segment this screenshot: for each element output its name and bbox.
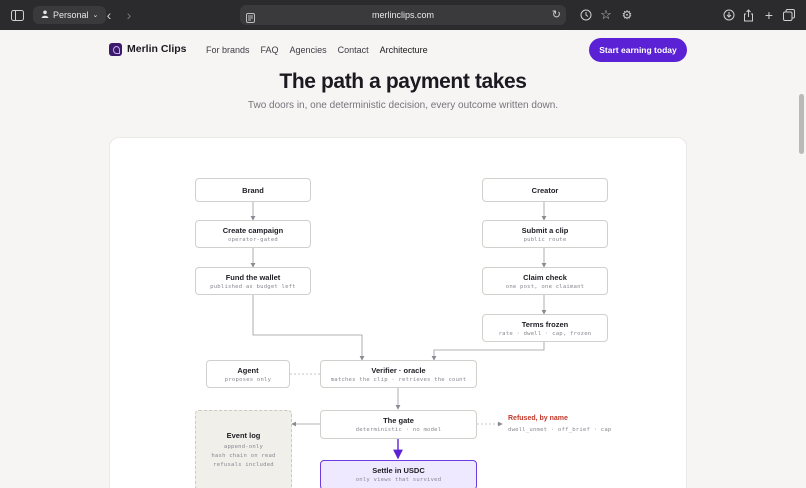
node-brand-title: Brand bbox=[242, 186, 264, 195]
node-refused-title: Refused, by name bbox=[508, 415, 568, 422]
nav-link-faq[interactable]: FAQ bbox=[261, 45, 279, 55]
address-bar[interactable]: merlinclips.com ↻ bbox=[240, 5, 566, 25]
node-claim-check-title: Claim check bbox=[523, 273, 567, 282]
node-create-campaign-title: Create campaign bbox=[222, 226, 284, 235]
node-fund-wallet: Fund the wallet published as budget left bbox=[195, 267, 311, 295]
node-fund-wallet-title: Fund the wallet bbox=[225, 273, 281, 282]
node-settle-sub: only views that survived bbox=[355, 477, 442, 483]
nav-link-for-brands[interactable]: For brands bbox=[206, 45, 250, 55]
sidebar-toggle-icon[interactable] bbox=[9, 7, 25, 23]
node-refused-sub: dwell_unmet · off_brief · cap bbox=[508, 427, 612, 433]
start-earning-button[interactable]: Start earning today bbox=[589, 38, 687, 62]
node-event-log-lines: append-only hash chain on read refusals … bbox=[196, 443, 291, 470]
reload-icon[interactable]: ↻ bbox=[552, 8, 561, 21]
brand-name[interactable]: Merlin Clips bbox=[127, 43, 187, 55]
site-nav: Merlin Clips For brands FAQ Agencies Con… bbox=[109, 38, 687, 62]
history-icon[interactable] bbox=[578, 7, 594, 23]
nav-link-agencies[interactable]: Agencies bbox=[290, 45, 327, 55]
node-verifier-sub: matches the clip · retrieves the count bbox=[330, 377, 467, 383]
node-agent: Agent proposes only bbox=[206, 360, 290, 388]
node-creator: Creator bbox=[482, 178, 608, 202]
gear-icon[interactable]: ⚙ bbox=[619, 7, 635, 23]
tab-overview-icon[interactable] bbox=[781, 7, 797, 23]
person-icon bbox=[41, 10, 49, 20]
nav-link-architecture[interactable]: Architecture bbox=[380, 45, 428, 55]
node-verifier-title: Verifier · oracle bbox=[371, 366, 426, 375]
page-title: The path a payment takes bbox=[279, 70, 527, 93]
browser-toolbar: Personal ⌄ ‹ › merlinclips.com ↻ ☆ ⚙ + bbox=[0, 0, 806, 30]
new-tab-icon[interactable]: + bbox=[761, 7, 777, 23]
node-claim-check-sub: one post, one claimant bbox=[505, 284, 585, 290]
node-submit-clip-sub: public route bbox=[523, 237, 567, 243]
node-terms-frozen-sub: rate · dwell · cap, frozen bbox=[498, 331, 592, 337]
profile-label: Personal bbox=[53, 10, 89, 20]
node-verifier: Verifier · oracle matches the clip · ret… bbox=[320, 360, 477, 388]
node-create-campaign: Create campaign operator-gated bbox=[195, 220, 311, 248]
node-settle: Settle in USDC only views that survived bbox=[320, 460, 477, 488]
node-submit-clip-title: Submit a clip bbox=[521, 226, 569, 235]
nav-links: For brands FAQ Agencies Contact Architec… bbox=[206, 45, 428, 55]
forward-icon[interactable]: › bbox=[121, 7, 137, 23]
node-fund-wallet-sub: published as budget left bbox=[210, 284, 296, 290]
node-gate: The gate deterministic · no model bbox=[320, 410, 477, 439]
node-agent-sub: proposes only bbox=[224, 377, 272, 383]
profile-switcher[interactable]: Personal ⌄ bbox=[33, 6, 107, 24]
node-terms-frozen: Terms frozen rate · dwell · cap, frozen bbox=[482, 314, 608, 342]
arrow-wallet-to-verifier bbox=[252, 295, 365, 361]
node-create-campaign-sub: operator-gated bbox=[228, 237, 278, 243]
chevron-down-icon: ⌄ bbox=[92, 12, 99, 19]
diagram-card: Brand Create campaign operator-gated Fun… bbox=[109, 137, 687, 488]
event-log-line: refusals included bbox=[213, 462, 274, 468]
event-log-line: append-only bbox=[223, 444, 264, 450]
node-creator-title: Creator bbox=[531, 186, 559, 195]
node-submit-clip: Submit a clip public route bbox=[482, 220, 608, 248]
page-subtitle: Two doors in, one deterministic decision… bbox=[247, 100, 559, 111]
node-gate-sub: deterministic · no model bbox=[355, 427, 442, 433]
nav-link-contact[interactable]: Contact bbox=[338, 45, 369, 55]
node-claim-check: Claim check one post, one claimant bbox=[482, 267, 608, 295]
share-icon[interactable] bbox=[740, 7, 756, 23]
node-settle-title: Settle in USDC bbox=[372, 466, 425, 475]
download-icon[interactable] bbox=[721, 7, 737, 23]
node-agent-title: Agent bbox=[237, 366, 259, 375]
page: Merlin Clips For brands FAQ Agencies Con… bbox=[0, 30, 806, 488]
bookmark-star-icon[interactable]: ☆ bbox=[598, 7, 614, 23]
url-text: merlinclips.com bbox=[371, 10, 434, 20]
node-event-log: Event log append-only hash chain on read… bbox=[195, 410, 292, 488]
arrow-terms-to-verifier bbox=[431, 342, 545, 361]
back-icon[interactable]: ‹ bbox=[101, 7, 117, 23]
node-brand: Brand bbox=[195, 178, 311, 202]
node-refused: Refused, by name dwell_unmet · off_brief… bbox=[508, 415, 611, 433]
node-terms-frozen-title: Terms frozen bbox=[521, 320, 569, 329]
node-gate-title: The gate bbox=[383, 416, 414, 425]
logo-icon[interactable] bbox=[109, 43, 122, 56]
node-event-log-title: Event log bbox=[226, 431, 261, 440]
event-log-line: hash chain on read bbox=[211, 453, 276, 459]
